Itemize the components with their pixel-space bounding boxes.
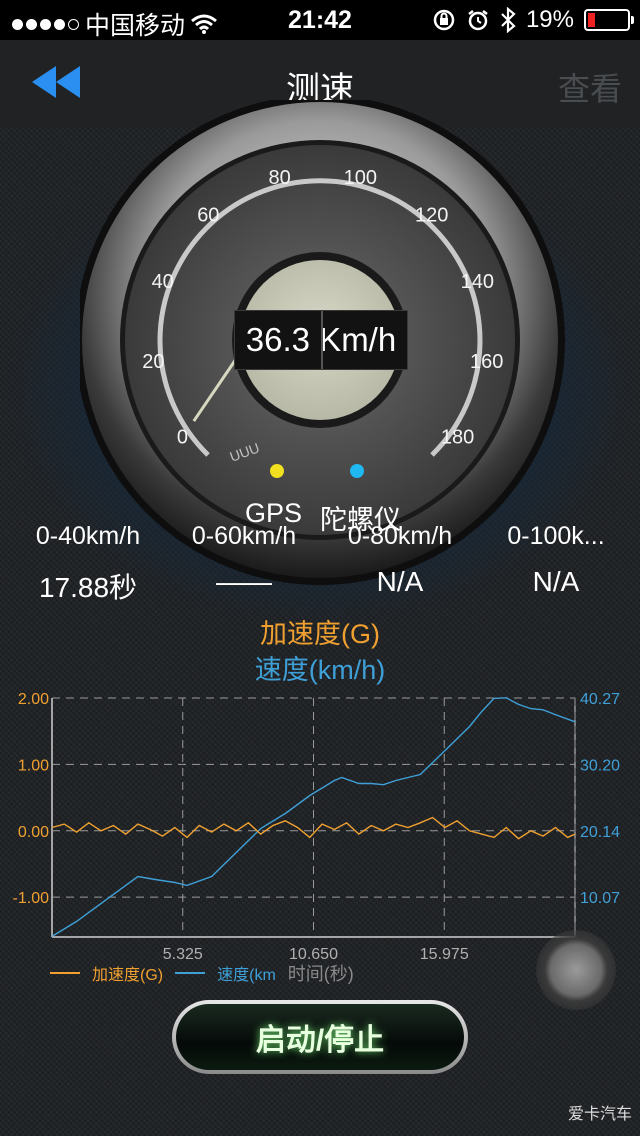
left-axis-tick: 0.00	[18, 824, 49, 841]
speed-readout: 36.3 Km/h	[234, 310, 408, 370]
range-label: 0-60km/h	[191, 522, 297, 550]
chart-legend: 加速度(G) 速度(km 时间(秒)	[50, 960, 354, 986]
gauge-tick-label: 20	[142, 351, 164, 373]
gauge-tick-label: 60	[197, 204, 219, 226]
status-bar: 中国移动 21:42 19%	[0, 0, 640, 40]
alarm-icon	[468, 10, 488, 31]
range-time: ——	[216, 566, 272, 597]
watermark-text: 爱卡汽车	[567, 1106, 632, 1123]
right-axis-tick: 30.20	[580, 757, 620, 774]
range-time: N/A	[532, 566, 580, 597]
gauge-tick-label: 140	[461, 271, 494, 293]
accel-legend-swatch	[50, 972, 80, 974]
right-axis-tick: 40.27	[580, 691, 620, 708]
start-stop-label: 启动/停止	[255, 1024, 385, 1057]
range-label: 0-100k...	[507, 522, 605, 550]
gauge-tick-label: 160	[470, 351, 503, 373]
gauge-tick-label: 120	[415, 204, 448, 226]
gyro-indicator-dot	[350, 464, 364, 478]
bluetooth-icon	[501, 7, 516, 33]
left-axis-tick: -1.00	[13, 890, 50, 907]
gauge-tick-label: 40	[152, 271, 174, 293]
range-time: N/A	[376, 566, 424, 597]
right-axis-tick: 10.07	[580, 890, 620, 907]
telemetry-chart: 2.00 40.271.00 30.200.00 20.14-1.00 10.075.3…	[13, 691, 621, 963]
range-label: 0-80km/h	[347, 522, 453, 550]
range-time: 17.88秒	[38, 572, 138, 603]
start-stop-button[interactable]: 启动/停止	[172, 1000, 468, 1074]
x-axis-label: 时间(秒)	[287, 964, 354, 984]
rotation-lock-icon	[433, 9, 455, 31]
range-label: 0-40km/h	[35, 522, 141, 550]
gps-indicator-dot	[270, 464, 284, 478]
assistive-touch-button[interactable]	[536, 930, 616, 1010]
x-axis-tick: 15.975	[420, 946, 469, 963]
battery-percent: 19%	[525, 6, 574, 33]
accel-legend-label: 加速度(G)	[92, 967, 164, 984]
battery-icon	[584, 9, 634, 31]
speed-legend-label: 速度(km	[217, 967, 276, 984]
gauge-tick-label: 0	[177, 426, 188, 448]
speed-legend-swatch	[175, 972, 206, 974]
left-axis-tick: 1.00	[18, 757, 49, 774]
gauge-tick-label: 80	[269, 167, 291, 189]
right-axis-tick: 20.14	[580, 824, 620, 841]
gauge-tick-label: 180	[441, 426, 474, 448]
accel-chart-title: 加速度(G)	[260, 619, 380, 649]
gauge-tick-label: 100	[344, 167, 377, 189]
left-axis-tick: 2.00	[18, 691, 49, 708]
